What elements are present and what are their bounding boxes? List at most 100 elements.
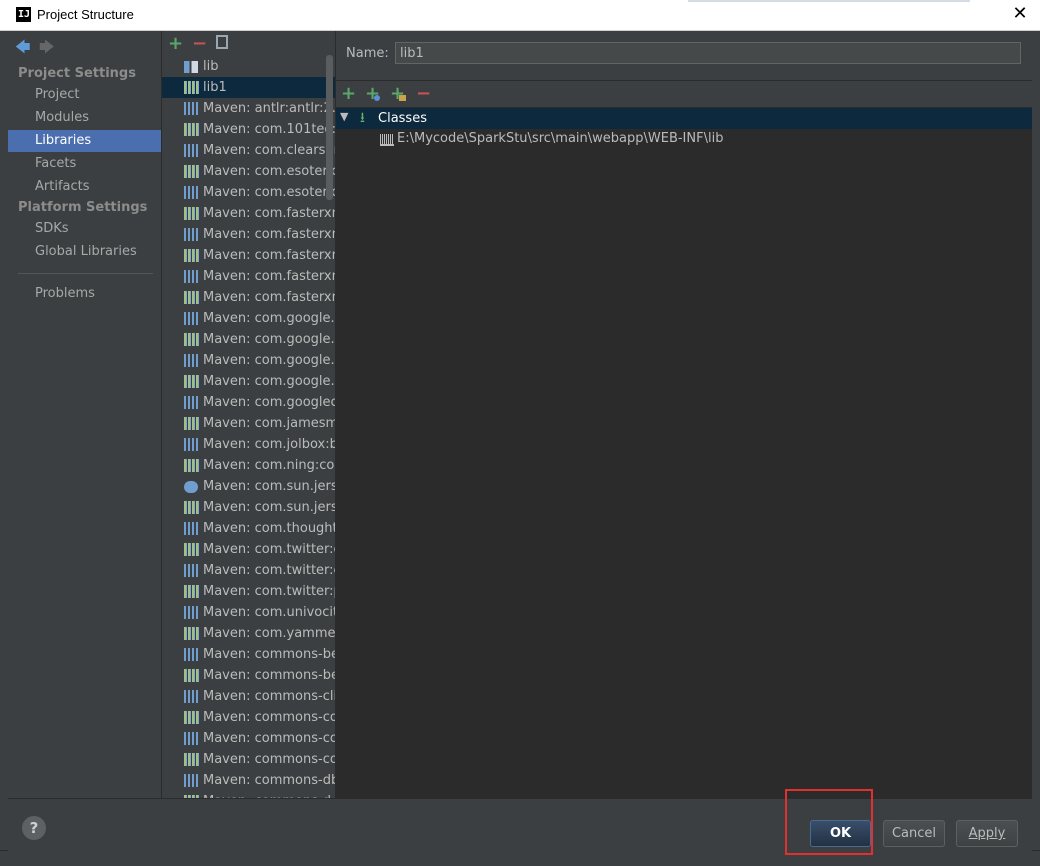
library-item-label: Maven: commons-code bbox=[203, 710, 335, 725]
help-button[interactable]: ? bbox=[22, 816, 46, 840]
library-item[interactable]: Maven: com.twitter:par bbox=[162, 581, 335, 602]
library-item[interactable]: Maven: com.101tec:zkc bbox=[162, 119, 335, 140]
library-item-label: Maven: antlr:antlr:2.7.7 bbox=[203, 101, 335, 116]
library-item-label: Maven: com.univocity:u bbox=[203, 605, 335, 620]
library-item[interactable]: Maven: com.fasterxml.j bbox=[162, 266, 335, 287]
close-button[interactable]: ✕ bbox=[1009, 3, 1031, 25]
library-item-label: Maven: com.esotericsc bbox=[203, 185, 335, 200]
nav-item-global-libraries[interactable]: Global Libraries bbox=[8, 241, 161, 263]
back-arrow-icon[interactable]: 🡄 bbox=[15, 37, 31, 62]
library-item[interactable]: Maven: com.univocity:u bbox=[162, 602, 335, 623]
library-item[interactable]: Maven: commons-bean bbox=[162, 665, 335, 686]
library-item[interactable]: Maven: com.jamesmur bbox=[162, 413, 335, 434]
library-item-label: Maven: com.clearsprin bbox=[203, 143, 335, 158]
cancel-button[interactable]: Cancel bbox=[883, 820, 945, 847]
library-item[interactable]: Maven: com.fasterxml.j bbox=[162, 203, 335, 224]
library-icon bbox=[184, 438, 199, 451]
library-item-label: Maven: com.googlecod bbox=[203, 395, 335, 410]
library-item[interactable]: Maven: com.fasterxml.j bbox=[162, 224, 335, 245]
library-icon bbox=[184, 81, 199, 94]
library-item-label: Maven: commons-cli:cc bbox=[203, 689, 335, 704]
library-item[interactable]: Maven: com.thoughtwo bbox=[162, 518, 335, 539]
library-item-label: Maven: com.fasterxml.j bbox=[203, 206, 335, 221]
nav-item-sdks[interactable]: SDKs bbox=[8, 218, 161, 240]
nav-item-libraries[interactable]: Libraries bbox=[8, 130, 161, 152]
title-accent-line bbox=[688, 0, 970, 2]
add-library-icon[interactable]: + bbox=[168, 33, 183, 55]
library-icon bbox=[184, 228, 199, 241]
library-item-label: Maven: com.101tec:zkc bbox=[203, 122, 335, 137]
library-icon bbox=[184, 102, 199, 115]
library-item[interactable]: Maven: com.google.co bbox=[162, 329, 335, 350]
library-icon bbox=[184, 585, 199, 598]
library-item[interactable]: lib1 bbox=[162, 77, 335, 98]
library-item[interactable]: Maven: com.esotericsc bbox=[162, 161, 335, 182]
apply-button[interactable]: Apply bbox=[956, 820, 1018, 847]
library-item[interactable]: Maven: com.twitter:chil bbox=[162, 539, 335, 560]
title-bar bbox=[0, 0, 1040, 31]
library-icon bbox=[184, 522, 199, 535]
copy-icon[interactable] bbox=[216, 35, 228, 49]
library-item-label: Maven: commons-colle bbox=[203, 731, 335, 746]
library-item[interactable]: Maven: com.google.gu bbox=[162, 350, 335, 371]
remove-library-icon[interactable]: − bbox=[192, 33, 207, 55]
add-classes-icon[interactable]: + bbox=[365, 83, 380, 105]
roots-tree bbox=[336, 107, 1032, 798]
library-item-label: Maven: com.fasterxml.j bbox=[203, 227, 335, 242]
library-item[interactable]: Maven: commons-cli:cc bbox=[162, 686, 335, 707]
library-item-label: Maven: com.sun.jersey bbox=[203, 500, 335, 515]
library-item[interactable]: Maven: com.ning:comp bbox=[162, 455, 335, 476]
library-item[interactable]: Maven: commons-conf bbox=[162, 749, 335, 770]
remove-root-icon[interactable]: − bbox=[416, 83, 431, 105]
library-item-label: lib1 bbox=[203, 80, 227, 95]
library-icon bbox=[184, 564, 199, 577]
library-icon bbox=[184, 354, 199, 367]
forward-arrow-icon[interactable]: 🡆 bbox=[39, 37, 55, 62]
ok-button[interactable]: OK bbox=[810, 820, 871, 847]
nav-item-project[interactable]: Project bbox=[8, 84, 161, 106]
library-item[interactable]: Maven: com.googlecod bbox=[162, 392, 335, 413]
library-item[interactable]: Maven: commons-dbcp bbox=[162, 770, 335, 791]
classes-node[interactable] bbox=[336, 108, 1032, 129]
library-item-label: lib bbox=[203, 59, 219, 74]
collapse-triangle-icon[interactable]: ▼ bbox=[340, 110, 348, 123]
library-item[interactable]: Maven: commons-d... bbox=[162, 791, 335, 798]
library-item-label: Maven: com.fasterxml.j bbox=[203, 290, 335, 305]
ide-status-strip bbox=[0, 850, 1040, 866]
nav-item-modules[interactable]: Modules bbox=[8, 107, 161, 129]
dialog-button-bar bbox=[8, 798, 1032, 851]
library-item[interactable]: Maven: com.twitter:chil bbox=[162, 560, 335, 581]
nav-item-artifacts[interactable]: Artifacts bbox=[8, 176, 161, 198]
library-item[interactable]: Maven: commons-code bbox=[162, 707, 335, 728]
library-item[interactable]: Maven: com.yammer.m bbox=[162, 623, 335, 644]
library-list-pane: + − lib lib1 Maven: antlr:antlr:2.7.7 Maven… bbox=[162, 31, 336, 798]
library-item[interactable]: Maven: commons-colle bbox=[162, 728, 335, 749]
library-item[interactable]: lib bbox=[162, 56, 335, 77]
name-input[interactable] bbox=[395, 42, 1021, 64]
add-jar-icon[interactable]: + bbox=[390, 83, 405, 105]
library-item[interactable]: Maven: com.sun.jersey bbox=[162, 476, 335, 497]
classes-path[interactable]: E:\Mycode\SparkStu\src\main\webapp\WEB-I… bbox=[397, 131, 723, 146]
library-item[interactable]: Maven: com.fasterxml.j bbox=[162, 245, 335, 266]
library-item[interactable]: Maven: com.google.pr bbox=[162, 371, 335, 392]
library-icon bbox=[184, 501, 199, 514]
library-icon bbox=[184, 165, 199, 178]
library-item[interactable]: Maven: com.esotericsc bbox=[162, 182, 335, 203]
nav-item-facets[interactable]: Facets bbox=[8, 153, 161, 175]
library-icon bbox=[184, 375, 199, 388]
add-root-icon[interactable]: + bbox=[341, 83, 356, 105]
library-icon bbox=[184, 732, 199, 745]
library-icon bbox=[184, 312, 199, 325]
library-item[interactable]: Maven: com.clearsprin bbox=[162, 140, 335, 161]
name-label: Name: bbox=[346, 46, 389, 61]
library-list-scrollbar[interactable] bbox=[326, 55, 333, 200]
library-item-label: Maven: com.twitter:par bbox=[203, 584, 335, 599]
library-item[interactable]: Maven: com.google.co bbox=[162, 308, 335, 329]
library-item[interactable]: Maven: antlr:antlr:2.7.7 bbox=[162, 98, 335, 119]
library-item[interactable]: Maven: commons-bean bbox=[162, 644, 335, 665]
library-item[interactable]: Maven: com.jolbox:bor bbox=[162, 434, 335, 455]
library-item[interactable]: Maven: com.sun.jersey bbox=[162, 497, 335, 518]
library-item-label: Maven: com.twitter:chil bbox=[203, 563, 335, 578]
library-item[interactable]: Maven: com.fasterxml.j bbox=[162, 287, 335, 308]
nav-item-problems[interactable]: Problems bbox=[8, 283, 161, 305]
